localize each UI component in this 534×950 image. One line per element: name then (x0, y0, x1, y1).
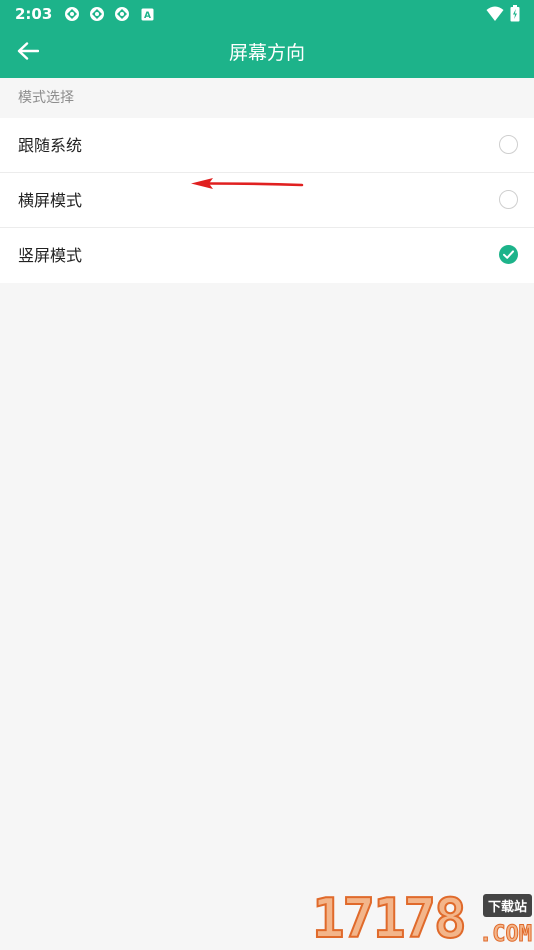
watermark-digits: 17178 (311, 887, 468, 950)
radio-unchecked-icon[interactable] (499, 190, 518, 209)
option-label: 跟随系统 (18, 136, 83, 155)
notification-a-icon: A (139, 6, 155, 22)
battery-icon (510, 5, 520, 26)
app-bar: 屏幕方向 (0, 28, 534, 78)
notification-app-icon (89, 6, 105, 22)
option-follow-system[interactable]: 跟随系统 (0, 118, 534, 173)
status-time: 2:03 (15, 5, 53, 23)
watermark-suffix: .COM (479, 922, 533, 948)
annotation-arrow-icon (188, 176, 306, 196)
watermark-logo: 17178 下载站 .COM (311, 887, 534, 950)
wifi-icon (486, 6, 504, 26)
option-label: 竖屏模式 (18, 246, 83, 265)
radio-unchecked-icon[interactable] (499, 135, 518, 154)
page-title: 屏幕方向 (228, 42, 305, 64)
radio-checked-icon[interactable] (499, 245, 518, 264)
option-portrait[interactable]: 竖屏模式 (0, 228, 534, 283)
notification-app-icon (114, 6, 130, 22)
section-header: 模式选择 (18, 90, 74, 106)
notification-app-icon (64, 6, 80, 22)
option-label: 横屏模式 (18, 191, 83, 210)
status-right-icons (486, 5, 520, 26)
status-bar: 2:03 A (0, 0, 534, 28)
status-notification-icons: A (64, 6, 164, 22)
watermark-tag: 下载站 (482, 894, 532, 917)
notification-a-letter: A (144, 11, 151, 21)
orientation-options-list: 跟随系统 横屏模式 竖屏模式 (0, 118, 534, 283)
